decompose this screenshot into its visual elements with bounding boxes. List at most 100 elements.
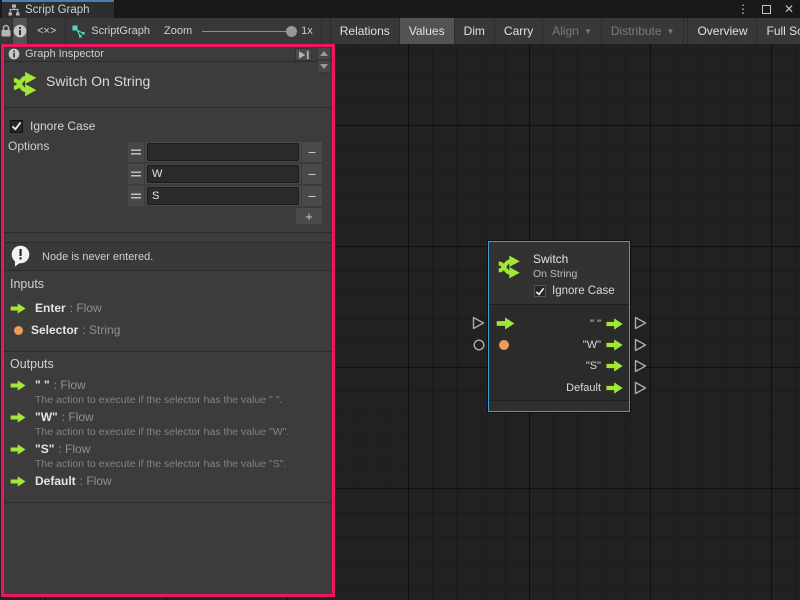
drag-handle-icon[interactable] bbox=[128, 186, 145, 206]
port-type: : Flow bbox=[80, 474, 112, 488]
port-name: Enter bbox=[35, 301, 66, 315]
graph-breadcrumb[interactable]: ScriptGraph bbox=[66, 18, 160, 44]
node-port-row: " " bbox=[489, 313, 629, 334]
output-port-label: "S" bbox=[586, 360, 601, 372]
values-button[interactable]: Values bbox=[400, 18, 455, 44]
flow-output-connector-icon[interactable] bbox=[634, 316, 647, 330]
relations-label: Relations bbox=[340, 24, 390, 38]
option-value-input[interactable] bbox=[147, 165, 299, 183]
input-port-row: Selector : String bbox=[14, 323, 120, 337]
zoom-value: 1x bbox=[301, 25, 313, 37]
align-button[interactable]: Align ▼ bbox=[543, 18, 602, 44]
arrow-up-icon bbox=[320, 51, 328, 56]
drag-handle-icon[interactable] bbox=[128, 164, 145, 184]
relations-button[interactable]: Relations bbox=[330, 18, 400, 44]
divider bbox=[4, 502, 332, 503]
switch-icon bbox=[497, 253, 525, 281]
options-label: Options bbox=[8, 139, 49, 153]
remove-option-button[interactable]: − bbox=[301, 142, 322, 162]
output-port[interactable]: "S" bbox=[586, 360, 624, 372]
align-label: Align bbox=[552, 24, 579, 38]
node-subtitle: On String bbox=[533, 268, 577, 280]
overview-button[interactable]: Overview bbox=[687, 18, 757, 44]
flow-in-port-icon[interactable] bbox=[496, 317, 516, 330]
tab-script-graph[interactable]: Script Graph bbox=[2, 0, 114, 18]
output-port-label: Default bbox=[566, 382, 601, 394]
ignore-case-checkbox[interactable] bbox=[10, 120, 23, 133]
output-port[interactable]: " " bbox=[590, 318, 624, 330]
inspector-node-title: Switch On String bbox=[46, 73, 150, 89]
port-name: " " bbox=[35, 378, 50, 392]
port-type: : Flow bbox=[54, 378, 86, 392]
close-icon[interactable]: ✕ bbox=[784, 0, 794, 18]
port-description: The action to execute if the selector ha… bbox=[35, 458, 320, 470]
maximize-icon[interactable] bbox=[762, 5, 771, 14]
flow-output-connector-icon[interactable] bbox=[634, 359, 647, 373]
code-view-button[interactable]: <×> bbox=[28, 18, 66, 44]
output-port-label: " " bbox=[590, 318, 601, 330]
lock-icon bbox=[0, 24, 12, 38]
port-type: : String bbox=[82, 323, 120, 337]
values-label: Values bbox=[409, 24, 445, 38]
value-in-port-icon[interactable] bbox=[499, 340, 509, 350]
node-ignore-case-checkbox[interactable] bbox=[534, 285, 546, 297]
dock-panel-button[interactable] bbox=[295, 48, 312, 61]
switch-on-string-node[interactable]: Switch On String Ignore Case " " bbox=[488, 241, 630, 412]
scroll-down-button[interactable] bbox=[317, 60, 331, 73]
inspector-header: Graph Inspector bbox=[4, 47, 332, 62]
divider bbox=[4, 232, 332, 233]
inspect-toggle-button[interactable] bbox=[13, 18, 28, 44]
window-menu-icon[interactable]: ⋮ bbox=[737, 0, 749, 18]
zoom-control: Zoom 1x bbox=[160, 18, 322, 44]
distribute-button[interactable]: Distribute ▼ bbox=[602, 18, 685, 44]
node-header[interactable]: Switch On String Ignore Case bbox=[489, 242, 629, 305]
input-port-row: Enter : Flow bbox=[10, 301, 102, 315]
script-graph-window: Script Graph ⋮ ✕ <×> bbox=[0, 0, 800, 600]
option-value-input[interactable] bbox=[147, 187, 299, 205]
output-port[interactable]: Default bbox=[566, 382, 624, 394]
port-type: : Flow bbox=[70, 301, 102, 315]
scroll-up-button[interactable] bbox=[317, 47, 331, 60]
output-port-row: "S" : Flow bbox=[10, 442, 90, 456]
output-port-row: "W" : Flow bbox=[10, 410, 94, 424]
outputs-section-title: Outputs bbox=[10, 357, 54, 371]
flow-port-icon bbox=[10, 412, 27, 423]
value-input-connector-icon[interactable] bbox=[473, 339, 485, 351]
port-name: Selector bbox=[31, 323, 78, 337]
node-footer bbox=[489, 400, 629, 411]
info-icon bbox=[8, 48, 20, 60]
port-name: Default bbox=[35, 474, 76, 488]
distribute-label: Distribute bbox=[611, 24, 662, 38]
port-description: The action to execute if the selector ha… bbox=[35, 426, 320, 438]
port-description: The action to execute if the selector ha… bbox=[35, 394, 320, 406]
remove-option-button[interactable]: − bbox=[301, 186, 322, 206]
option-value-input[interactable] bbox=[147, 143, 299, 161]
graph-name: ScriptGraph bbox=[91, 25, 150, 37]
node-port-row: "W" bbox=[489, 334, 629, 355]
remove-option-button[interactable]: − bbox=[301, 164, 322, 184]
port-type: : Flow bbox=[58, 442, 90, 456]
port-name: "W" bbox=[35, 410, 58, 424]
warning-box: Node is never entered. bbox=[4, 242, 332, 271]
info-icon bbox=[13, 24, 27, 38]
flow-output-connector-icon[interactable] bbox=[634, 381, 647, 395]
flow-out-port-icon bbox=[606, 339, 624, 351]
option-row: − bbox=[128, 186, 322, 206]
drag-handle-icon[interactable] bbox=[128, 142, 145, 162]
lock-button[interactable] bbox=[0, 18, 13, 44]
add-option-button[interactable]: + bbox=[296, 208, 322, 224]
dim-button[interactable]: Dim bbox=[455, 18, 495, 44]
switch-icon bbox=[12, 69, 42, 99]
zoom-slider[interactable] bbox=[202, 31, 294, 32]
output-port[interactable]: "W" bbox=[583, 339, 624, 351]
carry-button[interactable]: Carry bbox=[495, 18, 543, 44]
flow-input-connector-icon[interactable] bbox=[472, 316, 485, 330]
option-row: − bbox=[128, 164, 322, 184]
flow-output-connector-icon[interactable] bbox=[634, 338, 647, 352]
full-screen-button[interactable]: Full Screen bbox=[757, 18, 800, 44]
zoom-slider-handle[interactable] bbox=[286, 26, 297, 37]
full-screen-label: Full Screen bbox=[766, 24, 800, 38]
title-bar: Script Graph ⋮ ✕ bbox=[0, 0, 800, 18]
hierarchy-icon bbox=[8, 4, 20, 16]
port-name: "S" bbox=[35, 442, 54, 456]
